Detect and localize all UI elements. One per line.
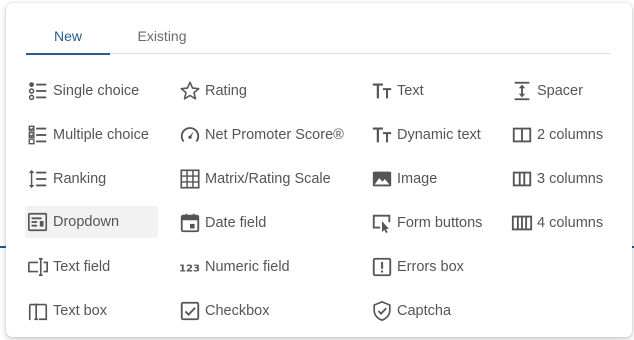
field-net-promoter-score[interactable]: Net Promoter Score® bbox=[177, 119, 357, 151]
grid-icon bbox=[178, 167, 202, 191]
field-label: Checkbox bbox=[205, 303, 270, 319]
field-single-choice[interactable]: Single choice bbox=[25, 75, 165, 107]
field-text[interactable]: Text bbox=[369, 75, 499, 107]
field-two-columns[interactable]: 2 columns bbox=[509, 119, 619, 151]
star-icon bbox=[178, 79, 202, 103]
field-label: Dynamic text bbox=[397, 127, 481, 143]
dynamic-text-icon bbox=[370, 123, 394, 147]
field-label: Matrix/Rating Scale bbox=[205, 171, 331, 187]
field-text-field[interactable]: Text field bbox=[25, 251, 165, 283]
field-label: Ranking bbox=[53, 171, 107, 187]
ranking-icon bbox=[26, 167, 50, 191]
multiple-choice-icon bbox=[26, 123, 50, 147]
field-label: 2 columns bbox=[537, 127, 604, 143]
checkbox-icon bbox=[178, 299, 202, 323]
field-rating[interactable]: Rating bbox=[177, 75, 357, 107]
field-ranking[interactable]: Ranking bbox=[25, 163, 165, 195]
single-choice-icon bbox=[26, 79, 50, 103]
four-columns-icon bbox=[510, 211, 534, 235]
form-buttons-icon bbox=[370, 211, 394, 235]
field-captcha[interactable]: Captcha bbox=[369, 295, 499, 327]
field-label: 3 columns bbox=[537, 171, 604, 187]
text-size-icon bbox=[370, 79, 394, 103]
field-label: Numeric field bbox=[205, 259, 290, 275]
field-three-columns[interactable]: 3 columns bbox=[509, 163, 619, 195]
spacer-icon bbox=[510, 79, 534, 103]
field-label: Rating bbox=[205, 83, 247, 99]
field-label: Date field bbox=[205, 215, 267, 231]
gauge-icon bbox=[178, 123, 202, 147]
field-label: Captcha bbox=[397, 303, 452, 319]
field-image[interactable]: Image bbox=[369, 163, 499, 195]
field-dropdown[interactable]: Dropdown bbox=[25, 206, 158, 238]
field-errors-box[interactable]: Errors box bbox=[369, 251, 499, 283]
field-dynamic-text[interactable]: Dynamic text bbox=[369, 119, 499, 151]
field-multiple-choice[interactable]: Multiple choice bbox=[25, 119, 165, 151]
field-checkbox[interactable]: Checkbox bbox=[177, 295, 357, 327]
field-spacer[interactable]: Spacer bbox=[509, 75, 619, 107]
svg-text:123: 123 bbox=[179, 264, 200, 275]
field-date-field[interactable]: Date field bbox=[177, 207, 357, 239]
field-label: Net Promoter Score® bbox=[205, 127, 344, 143]
tab-new[interactable]: New bbox=[26, 27, 110, 55]
shield-check-icon bbox=[370, 299, 394, 323]
errors-box-icon bbox=[370, 255, 394, 279]
field-label: Text field bbox=[53, 259, 111, 275]
three-columns-icon bbox=[510, 167, 534, 191]
field-four-columns[interactable]: 4 columns bbox=[509, 207, 619, 239]
field-label: Spacer bbox=[537, 83, 583, 99]
field-matrix-rating-scale[interactable]: Matrix/Rating Scale bbox=[177, 163, 357, 195]
text-field-icon bbox=[26, 255, 50, 279]
field-label: Errors box bbox=[397, 259, 464, 275]
field-label: 4 columns bbox=[537, 215, 604, 231]
field-numeric-field[interactable]: 123 Numeric field bbox=[177, 251, 357, 283]
dropdown-icon bbox=[26, 210, 50, 234]
field-label: Text box bbox=[53, 303, 107, 319]
field-form-buttons[interactable]: Form buttons bbox=[369, 207, 499, 239]
field-label: Multiple choice bbox=[53, 127, 149, 143]
calendar-icon bbox=[178, 211, 202, 235]
text-box-icon bbox=[26, 299, 50, 323]
add-field-popover: New Existing Single choice Multiple choi… bbox=[6, 3, 632, 337]
field-label: Form buttons bbox=[397, 215, 483, 231]
tab-bar: New Existing bbox=[26, 17, 610, 55]
field-label: Single choice bbox=[53, 83, 140, 99]
tab-existing[interactable]: Existing bbox=[120, 27, 204, 53]
image-icon bbox=[370, 167, 394, 191]
two-columns-icon bbox=[510, 123, 534, 147]
field-label: Text bbox=[397, 83, 424, 99]
field-label: Dropdown bbox=[53, 214, 120, 230]
field-label: Image bbox=[397, 171, 438, 187]
numeric-123-icon: 123 bbox=[178, 255, 202, 279]
field-text-box[interactable]: Text box bbox=[25, 295, 165, 327]
